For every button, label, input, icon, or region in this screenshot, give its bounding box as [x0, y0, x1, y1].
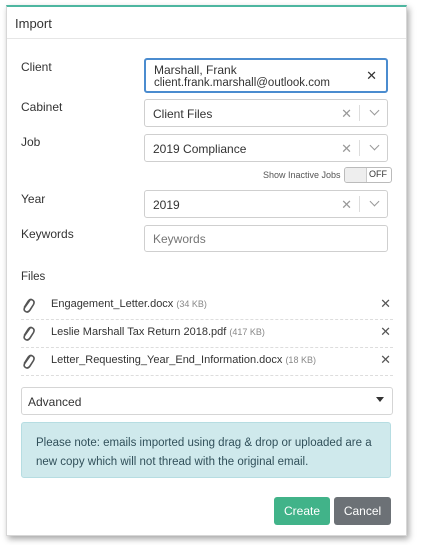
- job-chevron-down-icon[interactable]: [369, 140, 380, 151]
- advanced-label: Advanced: [28, 395, 82, 409]
- client-name: Marshall, Frank: [154, 63, 237, 77]
- show-inactive-jobs-label: Show Inactive Jobs: [263, 170, 341, 180]
- paperclip-icon: [23, 326, 35, 341]
- file-row: Leslie Marshall Tax Return 2018.pdf (417…: [21, 320, 393, 348]
- job-clear-icon[interactable]: ✕: [341, 141, 352, 157]
- remove-file-close-icon[interactable]: ✕: [380, 324, 391, 340]
- paperclip-icon: [23, 298, 35, 313]
- cabinet-value: Client Files: [153, 107, 213, 121]
- toggle-knob: [345, 168, 367, 182]
- job-divider: [359, 140, 360, 156]
- year-clear-icon[interactable]: ✕: [341, 197, 352, 213]
- job-label: Job: [21, 135, 41, 149]
- file-name-3[interactable]: Letter_Requesting_Year_End_Information.d…: [51, 354, 316, 366]
- year-value: 2019: [153, 198, 180, 212]
- advanced-dropdown[interactable]: Advanced: [21, 387, 393, 415]
- client-email: client.frank.marshall@outlook.com: [154, 77, 330, 89]
- job-value: 2019 Compliance: [153, 142, 247, 156]
- client-clear-icon[interactable]: ✕: [366, 68, 377, 84]
- keywords-label: Keywords: [21, 227, 74, 241]
- remove-file-close-icon[interactable]: ✕: [380, 296, 391, 312]
- cancel-button[interactable]: Cancel: [334, 497, 391, 525]
- client-field[interactable]: Marshall, Frank client.frank.marshall@ou…: [144, 58, 388, 93]
- paperclip-icon: [23, 354, 35, 369]
- year-label: Year: [21, 192, 46, 206]
- file-name-2[interactable]: Leslie Marshall Tax Return 2018.pdf (417…: [51, 326, 265, 338]
- files-label: Files: [21, 271, 46, 283]
- info-note: Please note: emails imported using drag …: [21, 422, 391, 478]
- show-inactive-jobs-toggle[interactable]: OFF: [344, 167, 392, 183]
- cabinet-clear-icon[interactable]: ✕: [341, 106, 352, 122]
- toggle-state: OFF: [369, 169, 387, 179]
- keywords-input[interactable]: [144, 225, 388, 252]
- client-label: Client: [21, 60, 52, 74]
- file-name-1[interactable]: Engagement_Letter.docx (34 KB): [51, 298, 207, 310]
- cabinet-divider: [359, 105, 360, 121]
- cabinet-select[interactable]: Client Files ✕: [144, 99, 388, 127]
- remove-file-close-icon[interactable]: ✕: [380, 352, 391, 368]
- year-select[interactable]: 2019 ✕: [144, 190, 388, 218]
- file-row: Engagement_Letter.docx (34 KB) ✕: [21, 292, 393, 320]
- year-chevron-down-icon[interactable]: [369, 196, 380, 207]
- import-dialog: Import Client Marshall, Frank client.fra…: [6, 5, 407, 536]
- create-button[interactable]: Create: [274, 497, 330, 525]
- cabinet-chevron-down-icon[interactable]: [369, 105, 380, 116]
- dialog-title: Import: [7, 7, 406, 39]
- chevron-down-icon: [376, 397, 384, 402]
- job-select[interactable]: 2019 Compliance ✕: [144, 134, 388, 162]
- year-divider: [359, 196, 360, 212]
- file-row: Letter_Requesting_Year_End_Information.d…: [21, 348, 393, 376]
- cabinet-label: Cabinet: [21, 100, 63, 114]
